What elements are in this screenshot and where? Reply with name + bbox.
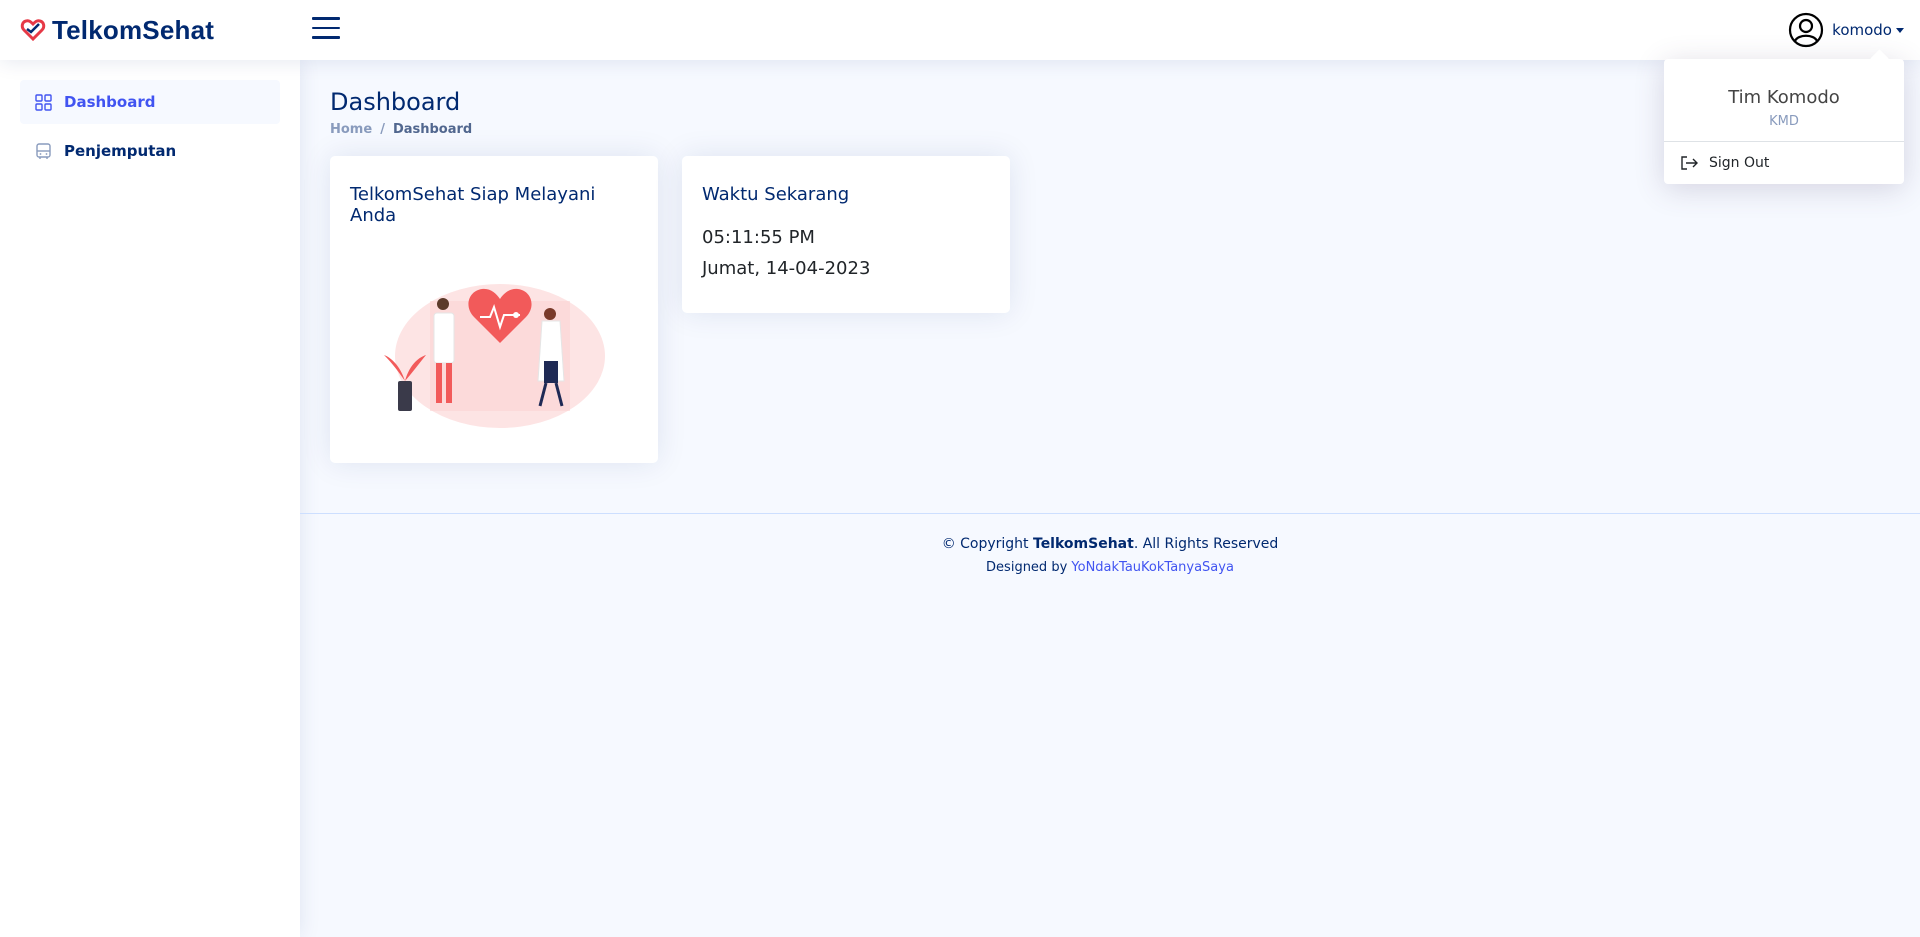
sidebar-item-label: Dashboard [64, 93, 156, 111]
sidebar-toggle-button[interactable] [312, 17, 340, 43]
clock-card: Waktu Sekarang 05:11:55 PM Jumat, 14-04-… [682, 156, 1010, 313]
doctors-heart-illustration [384, 284, 605, 428]
designed-by-label: Designed by [986, 560, 1068, 575]
profile-menu-toggle[interactable]: komodo [1788, 12, 1904, 48]
logo[interactable]: TelkomSehat [20, 12, 214, 48]
page-title: Dashboard [330, 88, 461, 116]
sidebar: Dashboard Penjemputan [0, 60, 300, 937]
logo-text: TelkomSehat [52, 14, 215, 45]
sign-out-label: Sign Out [1709, 155, 1770, 171]
copyright-text: © Copyright TelkomSehat. All Rights Rese… [300, 536, 1920, 552]
menu-icon-line [312, 26, 340, 29]
current-time: 05:11:55 PM [702, 227, 815, 248]
sign-out-icon [1681, 156, 1698, 170]
credits-text: Designed by YoNdakTauKokTanyaSaya [300, 560, 1920, 575]
copyright-brand: TelkomSehat [1033, 536, 1134, 552]
user-circle-icon [1789, 12, 1824, 48]
menu-icon-line [312, 17, 340, 20]
footer: © Copyright TelkomSehat. All Rights Rese… [300, 513, 1920, 575]
clock-card-title: Waktu Sekarang [702, 184, 850, 205]
breadcrumb-current: Dashboard [392, 122, 473, 137]
profile-dropdown: Tim Komodo KMD Sign Out [1664, 59, 1904, 184]
sidebar-item-dashboard[interactable]: Dashboard [20, 80, 280, 124]
breadcrumb-separator: / [380, 122, 385, 137]
profile-subtitle: KMD [1769, 114, 1799, 129]
profile-full-name: Tim Komodo [1728, 87, 1840, 108]
designer-link[interactable]: YoNdakTauKokTanyaSaya [1071, 560, 1234, 575]
breadcrumb: Home / Dashboard [330, 122, 472, 137]
welcome-card: TelkomSehat Siap Melayani Anda [330, 156, 658, 463]
profile-dropdown-header: Tim Komodo KMD [1664, 59, 1904, 142]
breadcrumb-home-link[interactable]: Home [330, 122, 372, 137]
bus-icon [36, 142, 51, 159]
menu-icon-line [312, 36, 340, 39]
profile-username: komodo [1832, 21, 1892, 39]
heart-logo-icon [20, 19, 46, 42]
sign-out-button[interactable]: Sign Out [1664, 142, 1904, 184]
caret-down-icon [1896, 27, 1904, 33]
top-header: TelkomSehat komodo [0, 0, 1920, 60]
page-title-block: Dashboard Home / Dashboard [330, 88, 472, 137]
sidebar-item-label: Penjemputan [64, 142, 177, 160]
copyright-suffix: . All Rights Reserved [1133, 536, 1279, 552]
sidebar-item-penjemputan[interactable]: Penjemputan [20, 129, 280, 173]
grid-icon [35, 93, 52, 111]
welcome-card-title: TelkomSehat Siap Melayani Anda [350, 184, 596, 226]
copyright-prefix: © Copyright [941, 536, 1029, 552]
current-date: Jumat, 14-04-2023 [702, 258, 871, 279]
